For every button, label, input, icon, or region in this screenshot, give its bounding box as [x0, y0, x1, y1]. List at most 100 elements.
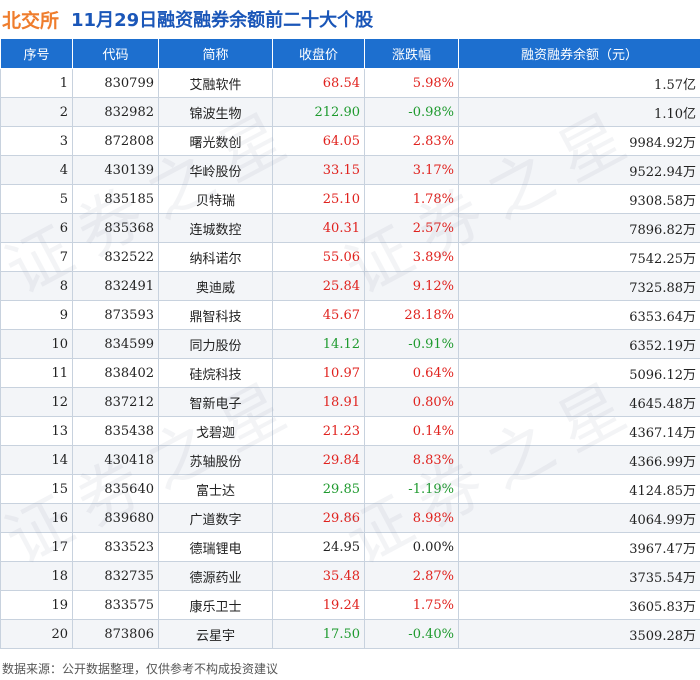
name-cell: 德源药业	[158, 561, 273, 591]
change-pct-cell: 5.98%	[364, 68, 459, 98]
change-pct-cell: 9.12%	[364, 271, 459, 301]
close-price-cell: 14.12	[272, 329, 365, 359]
code-cell: 838402	[72, 358, 159, 388]
rank-cell: 10	[0, 329, 73, 359]
margin-balance-table: 序号 代码 简称 收盘价 涨跌幅 融资融券余额（元） 1 830799 艾融软件 68…	[0, 38, 700, 649]
code-cell: 872808	[72, 126, 159, 156]
change-pct-cell: -0.91%	[364, 329, 459, 359]
change-pct-cell: 0.80%	[364, 387, 459, 417]
change-pct-cell: 3.89%	[364, 242, 459, 272]
close-price-cell: 21.23	[272, 416, 365, 446]
margin-balance-cell: 3735.54万	[458, 561, 700, 591]
margin-balance-cell: 7325.88万	[458, 271, 700, 301]
table-row: 6 835368 连城数控 40.31 2.57% 7896.82万	[0, 213, 700, 243]
change-pct-cell: 2.87%	[364, 561, 459, 591]
column-header-code: 代码	[72, 38, 159, 69]
rank-cell: 5	[0, 184, 73, 214]
code-cell: 833575	[72, 590, 159, 620]
close-price-cell: 25.10	[272, 184, 365, 214]
change-pct-cell: 1.78%	[364, 184, 459, 214]
rank-cell: 4	[0, 155, 73, 185]
code-cell: 835185	[72, 184, 159, 214]
change-pct-cell: -0.40%	[364, 619, 459, 649]
margin-balance-cell: 7896.82万	[458, 213, 700, 243]
margin-balance-cell: 9308.58万	[458, 184, 700, 214]
margin-balance-cell: 3605.83万	[458, 590, 700, 620]
change-pct-cell: 2.57%	[364, 213, 459, 243]
table-row: 1 830799 艾融软件 68.54 5.98% 1.57亿	[0, 68, 700, 98]
rank-cell: 6	[0, 213, 73, 243]
rank-cell: 12	[0, 387, 73, 417]
margin-balance-cell: 4366.99万	[458, 445, 700, 475]
margin-balance-cell: 4064.99万	[458, 503, 700, 533]
name-cell: 奥迪威	[158, 271, 273, 301]
table-row: 5 835185 贝特瑞 25.10 1.78% 9308.58万	[0, 184, 700, 214]
table-row: 11 838402 硅烷科技 10.97 0.64% 5096.12万	[0, 358, 700, 388]
code-cell: 830799	[72, 68, 159, 98]
margin-balance-cell: 5096.12万	[458, 358, 700, 388]
margin-balance-cell: 9522.94万	[458, 155, 700, 185]
code-cell: 430418	[72, 445, 159, 475]
close-price-cell: 29.86	[272, 503, 365, 533]
change-pct-cell: 1.75%	[364, 590, 459, 620]
name-cell: 曙光数创	[158, 126, 273, 156]
name-cell: 富士达	[158, 474, 273, 504]
change-pct-cell: 28.18%	[364, 300, 459, 330]
rank-cell: 9	[0, 300, 73, 330]
table-row: 10 834599 同力股份 14.12 -0.91% 6352.19万	[0, 329, 700, 359]
code-cell: 832522	[72, 242, 159, 272]
change-pct-cell: 3.17%	[364, 155, 459, 185]
code-cell: 832982	[72, 97, 159, 127]
name-cell: 艾融软件	[158, 68, 273, 98]
change-pct-cell: 8.98%	[364, 503, 459, 533]
close-price-cell: 18.91	[272, 387, 365, 417]
close-price-cell: 29.85	[272, 474, 365, 504]
table-row: 12 837212 智新电子 18.91 0.80% 4645.48万	[0, 387, 700, 417]
table-row: 8 832491 奥迪威 25.84 9.12% 7325.88万	[0, 271, 700, 301]
rank-cell: 2	[0, 97, 73, 127]
margin-balance-cell: 3509.28万	[458, 619, 700, 649]
name-cell: 硅烷科技	[158, 358, 273, 388]
change-pct-cell: 0.00%	[364, 532, 459, 562]
rank-cell: 1	[0, 68, 73, 98]
close-price-cell: 17.50	[272, 619, 365, 649]
margin-balance-cell: 7542.25万	[458, 242, 700, 272]
name-cell: 锦波生物	[158, 97, 273, 127]
code-cell: 430139	[72, 155, 159, 185]
name-cell: 广道数字	[158, 503, 273, 533]
close-price-cell: 10.97	[272, 358, 365, 388]
data-source-note: 数据来源：公开数据整理，仅供参考不构成投资建议	[2, 662, 279, 676]
table-row: 16 839680 广道数字 29.86 8.98% 4064.99万	[0, 503, 700, 533]
rank-cell: 8	[0, 271, 73, 301]
column-header-change-pct: 涨跌幅	[364, 38, 459, 69]
table-row: 17 833523 德瑞锂电 24.95 0.00% 3967.47万	[0, 532, 700, 562]
name-cell: 智新电子	[158, 387, 273, 417]
table-row: 2 832982 锦波生物 212.90 -0.98% 1.10亿	[0, 97, 700, 127]
change-pct-cell: 2.83%	[364, 126, 459, 156]
table-row: 7 832522 纳科诺尔 55.06 3.89% 7542.25万	[0, 242, 700, 272]
table-row: 9 873593 鼎智科技 45.67 28.18% 6353.64万	[0, 300, 700, 330]
close-price-cell: 40.31	[272, 213, 365, 243]
name-cell: 连城数控	[158, 213, 273, 243]
exchange-label: 北交所	[2, 9, 60, 32]
close-price-cell: 29.84	[272, 445, 365, 475]
rank-cell: 13	[0, 416, 73, 446]
table-row: 13 835438 戈碧迦 21.23 0.14% 4367.14万	[0, 416, 700, 446]
table-row: 15 835640 富士达 29.85 -1.19% 4124.85万	[0, 474, 700, 504]
table-row: 14 430418 苏轴股份 29.84 8.83% 4366.99万	[0, 445, 700, 475]
margin-balance-cell: 4645.48万	[458, 387, 700, 417]
column-header-rank: 序号	[0, 38, 73, 69]
margin-balance-cell: 6352.19万	[458, 329, 700, 359]
rank-cell: 17	[0, 532, 73, 562]
close-price-cell: 24.95	[272, 532, 365, 562]
code-cell: 839680	[72, 503, 159, 533]
code-cell: 832491	[72, 271, 159, 301]
close-price-cell: 19.24	[272, 590, 365, 620]
margin-balance-cell: 9984.92万	[458, 126, 700, 156]
margin-balance-cell: 3967.47万	[458, 532, 700, 562]
table-row: 3 872808 曙光数创 64.05 2.83% 9984.92万	[0, 126, 700, 156]
name-cell: 德瑞锂电	[158, 532, 273, 562]
table-row: 20 873806 云星宇 17.50 -0.40% 3509.28万	[0, 619, 700, 649]
name-cell: 同力股份	[158, 329, 273, 359]
close-price-cell: 64.05	[272, 126, 365, 156]
